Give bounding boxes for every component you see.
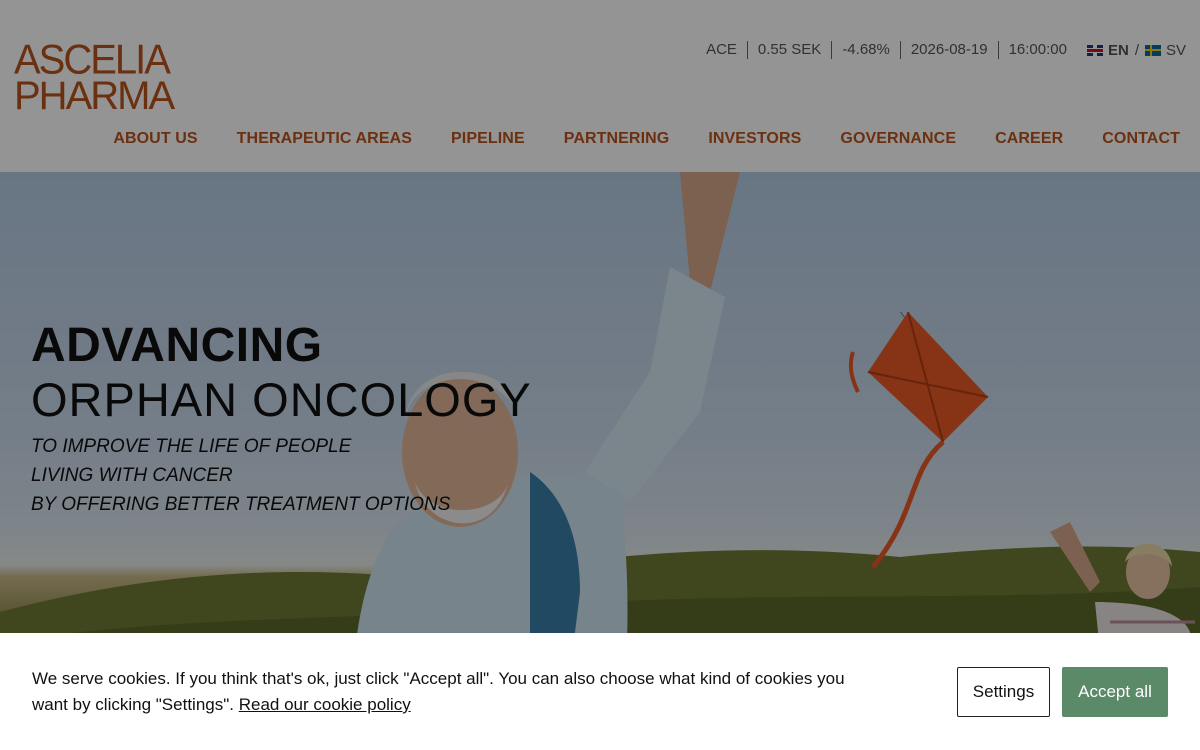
language-separator: /	[1134, 41, 1139, 59]
share-ticker: ACE 0.55 SEK -4.68% 2026-08-19 16:00:00 …	[696, 41, 1186, 59]
cookie-message: We serve cookies. If you think that's ok…	[32, 666, 882, 718]
nav-item-governance[interactable]: GOVERNANCE	[840, 130, 956, 148]
ticker-date: 2026-08-19	[899, 41, 998, 59]
ticker-symbol: ACE	[706, 41, 737, 58]
hero-sub-line: BY OFFERING BETTER TREATMENT OPTIONS	[31, 494, 451, 515]
hero-sub-line: TO IMPROVE THE LIFE OF PEOPLE	[31, 436, 352, 457]
nav-item-career[interactable]: CAREER	[995, 130, 1063, 148]
ticker-price: 0.55 SEK	[746, 41, 831, 59]
brand-logo[interactable]: ASCELIA PHARMA	[14, 36, 175, 118]
uk-flag-icon	[1086, 44, 1103, 56]
hero-sub-line: LIVING WITH CANCER	[31, 465, 233, 486]
cookie-text: We serve cookies. If you think that's ok…	[32, 669, 845, 714]
site-header: ASCELIA PHARMA ACE 0.55 SEK -4.68% 2026-…	[0, 0, 1200, 172]
hero-headline-light: ORPHAN ONCOLOGY	[31, 373, 532, 426]
language-en-link[interactable]: EN	[1108, 42, 1129, 59]
cookie-accept-all-button[interactable]: Accept all	[1062, 667, 1168, 717]
language-sv-link[interactable]: SV	[1166, 42, 1186, 59]
ticker-time: 16:00:00	[997, 41, 1077, 59]
logo-line-2: PHARMA	[14, 74, 175, 118]
sweden-flag-icon	[1144, 44, 1161, 56]
nav-item-about-us[interactable]: ABOUT US	[113, 130, 197, 148]
hero-subheadline: TO IMPROVE THE LIFE OF PEOPLE LIVING WIT…	[31, 432, 532, 519]
main-nav: ABOUT US THERAPEUTIC AREAS PIPELINE PART…	[74, 130, 1180, 148]
nav-item-contact[interactable]: CONTACT	[1102, 130, 1180, 148]
cookie-settings-button[interactable]: Settings	[957, 667, 1050, 717]
kite-image	[848, 312, 989, 569]
cookie-policy-link[interactable]: Read our cookie policy	[239, 695, 411, 714]
nav-item-therapeutic-areas[interactable]: THERAPEUTIC AREAS	[237, 130, 412, 148]
hero-headline-bold: ADVANCING	[31, 319, 323, 372]
ticker-change: -4.68%	[831, 41, 900, 59]
language-switcher: EN / SV	[1086, 41, 1186, 59]
nav-item-investors[interactable]: INVESTORS	[708, 130, 801, 148]
cookie-banner: We serve cookies. If you think that's ok…	[0, 633, 1200, 750]
hero-text-block: ADVANCING ORPHAN ONCOLOGY TO IMPROVE THE…	[31, 320, 532, 519]
nav-item-pipeline[interactable]: PIPELINE	[451, 130, 525, 148]
logo-line-1: ASCELIA	[14, 36, 171, 84]
nav-item-partnering[interactable]: PARTNERING	[564, 130, 670, 148]
